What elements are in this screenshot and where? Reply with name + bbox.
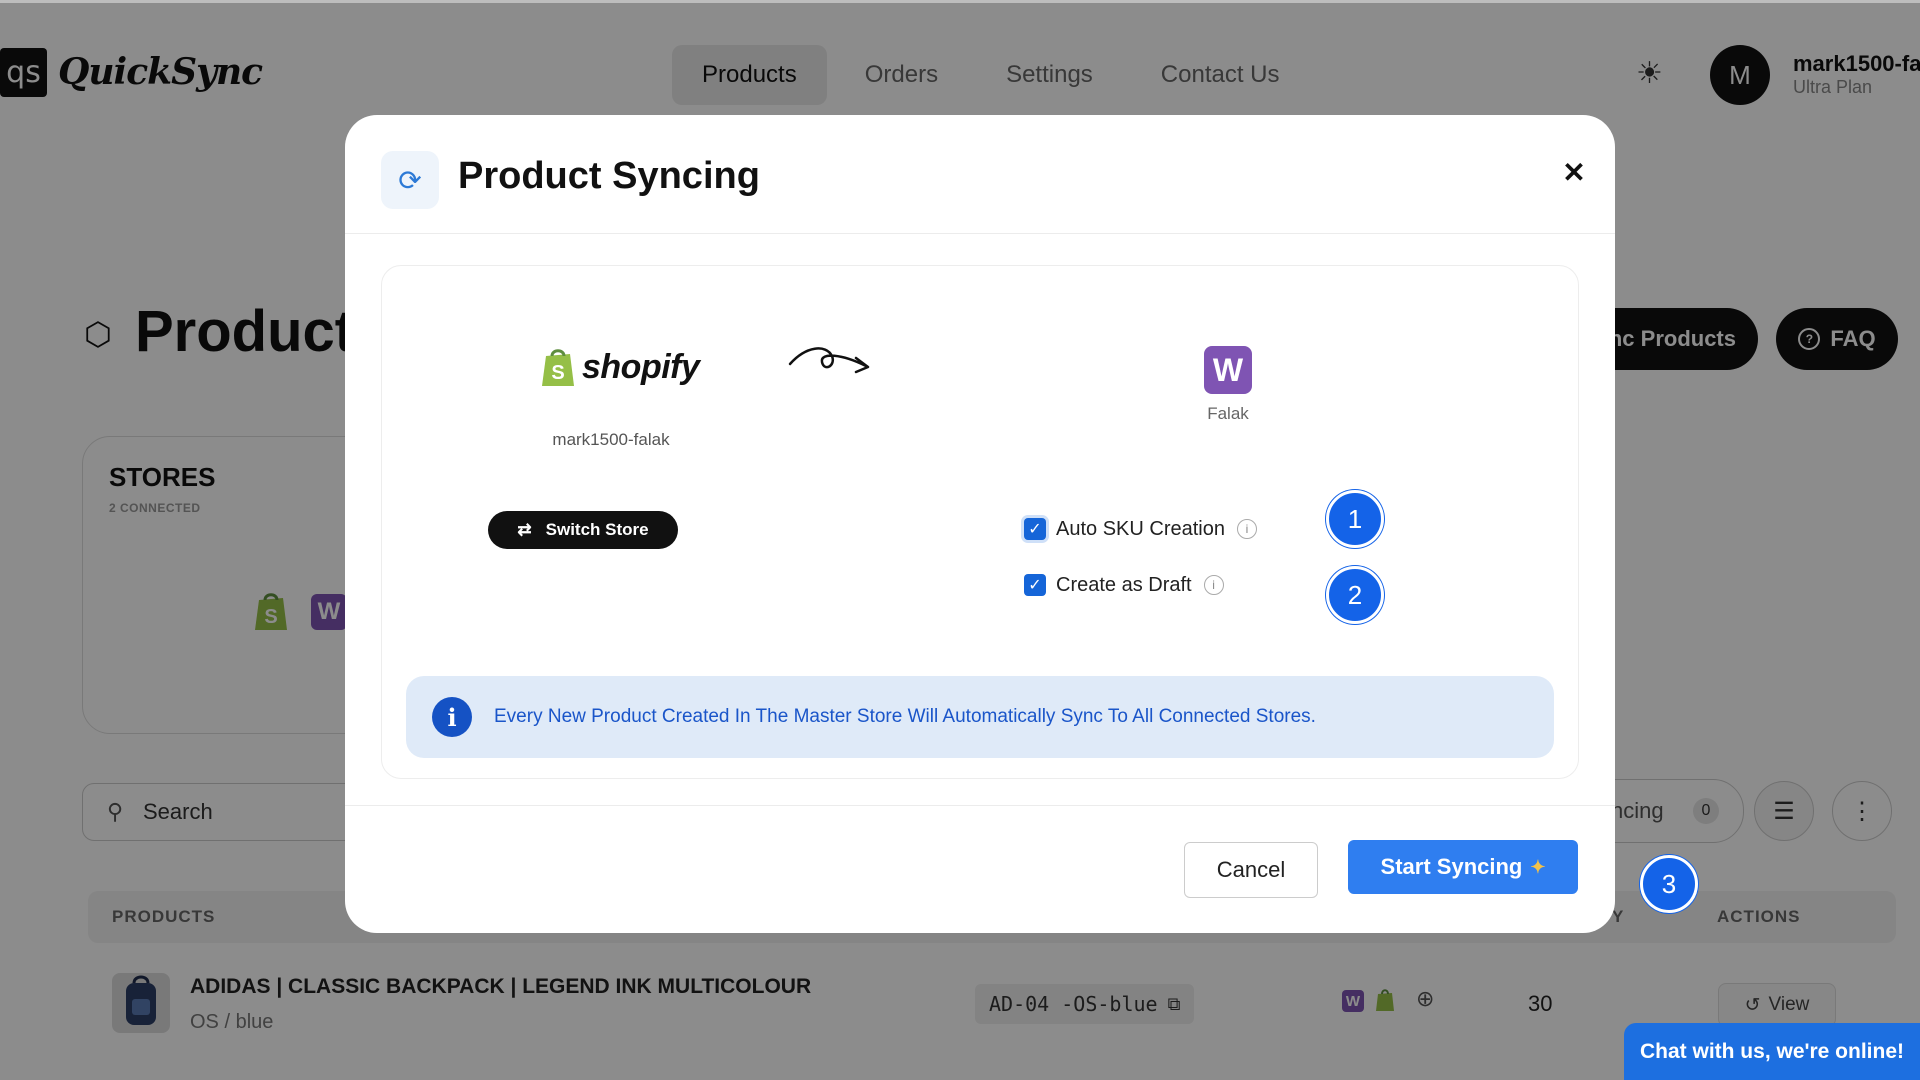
woocommerce-logo: W <box>1204 346 1252 394</box>
shopify-logo: S shopify <box>540 346 700 388</box>
modal-body-card: S shopify mark1500-falak W Falak ⇄ Switc… <box>381 265 1579 779</box>
cancel-button[interactable]: Cancel <box>1184 842 1318 898</box>
swap-arrows-icon: ⇄ <box>517 520 532 539</box>
create-draft-checkbox[interactable]: ✓ <box>1024 574 1046 596</box>
create-draft-label: Create as Draft <box>1056 573 1192 596</box>
modal-header: ⟳ Product Syncing ✕ <box>345 115 1615 234</box>
info-banner-text: Every New Product Created In The Master … <box>494 706 1316 727</box>
step-badge-3: 3 <box>1640 855 1698 913</box>
auto-sku-option[interactable]: ✓ Auto SKU Creation i <box>1024 514 1257 544</box>
sync-icon: ⟳ <box>381 151 439 209</box>
switch-store-label: Switch Store <box>545 520 649 539</box>
party-popper-icon: ✦ <box>1530 856 1546 877</box>
source-store-name: mark1500-falak <box>552 430 670 449</box>
switch-store-button[interactable]: ⇄ Switch Store <box>488 511 678 549</box>
product-syncing-modal: ⟳ Product Syncing ✕ S shopify mark1500-f… <box>345 115 1615 933</box>
shopify-bag-icon: S <box>542 349 574 386</box>
info-icon[interactable]: i <box>1203 575 1224 595</box>
create-draft-option[interactable]: ✓ Create as Draft i <box>1024 570 1224 600</box>
info-banner: i Every New Product Created In The Maste… <box>406 676 1554 758</box>
chat-widget-button[interactable]: Chat with us, we're online! <box>1624 1023 1920 1080</box>
shopify-wordmark: shopify <box>582 347 700 386</box>
modal-footer: Cancel Start Syncing ✦ <box>345 805 1615 933</box>
svg-text:S: S <box>551 362 564 384</box>
curved-arrow-icon <box>788 347 870 374</box>
auto-sku-checkbox[interactable]: ✓ <box>1024 518 1046 540</box>
destination-store-name: Falak <box>1207 404 1249 423</box>
start-syncing-label: Start Syncing <box>1380 854 1523 879</box>
start-syncing-button[interactable]: Start Syncing ✦ <box>1348 840 1578 894</box>
step-badge-1: 1 <box>1326 490 1384 548</box>
info-icon[interactable]: i <box>1236 519 1257 539</box>
close-icon[interactable]: ✕ <box>1557 155 1591 189</box>
step-badge-2: 2 <box>1326 566 1384 624</box>
info-circle-icon: i <box>432 697 472 737</box>
modal-title: Product Syncing <box>458 155 760 197</box>
auto-sku-label: Auto SKU Creation <box>1056 517 1225 540</box>
